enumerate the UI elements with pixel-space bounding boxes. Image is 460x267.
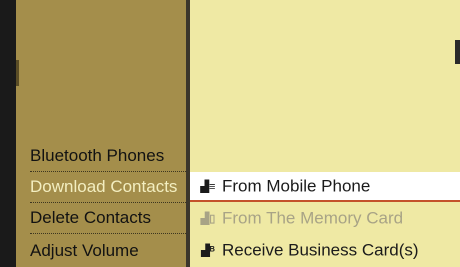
submenu-item-from-mobile-phone[interactable]: ▟≡ From Mobile Phone	[190, 172, 460, 202]
scroll-marker	[16, 60, 19, 86]
phone-contacts-icon: ▟≡	[200, 180, 216, 193]
menu-item-bluetooth-phones[interactable]: Bluetooth Phones	[30, 141, 186, 171]
menu-item-adjust-volume[interactable]: Adjust Volume	[30, 236, 186, 266]
submenu-item-label: From The Memory Card	[222, 208, 404, 228]
scroll-marker-right	[455, 40, 460, 64]
memory-card-contacts-icon: ▟▯	[200, 212, 216, 225]
bluetooth-contacts-icon: ▟ᴮ	[201, 244, 215, 257]
submenu-item-from-memory-card: ▟▯ From The Memory Card	[190, 204, 460, 232]
comand-screen: Bluetooth Phones Download Contacts Delet…	[0, 0, 460, 267]
menu-separator	[30, 233, 186, 234]
menu-item-delete-contacts[interactable]: Delete Contacts	[30, 203, 186, 233]
menu-item-download-contacts[interactable]: Download Contacts	[30, 172, 186, 202]
submenu-item-label: Receive Business Card(s)	[222, 240, 419, 260]
submenu-item-receive-business-cards[interactable]: ▟ᴮ Receive Business Card(s)	[190, 236, 460, 264]
submenu-item-label: From Mobile Phone	[222, 176, 371, 196]
